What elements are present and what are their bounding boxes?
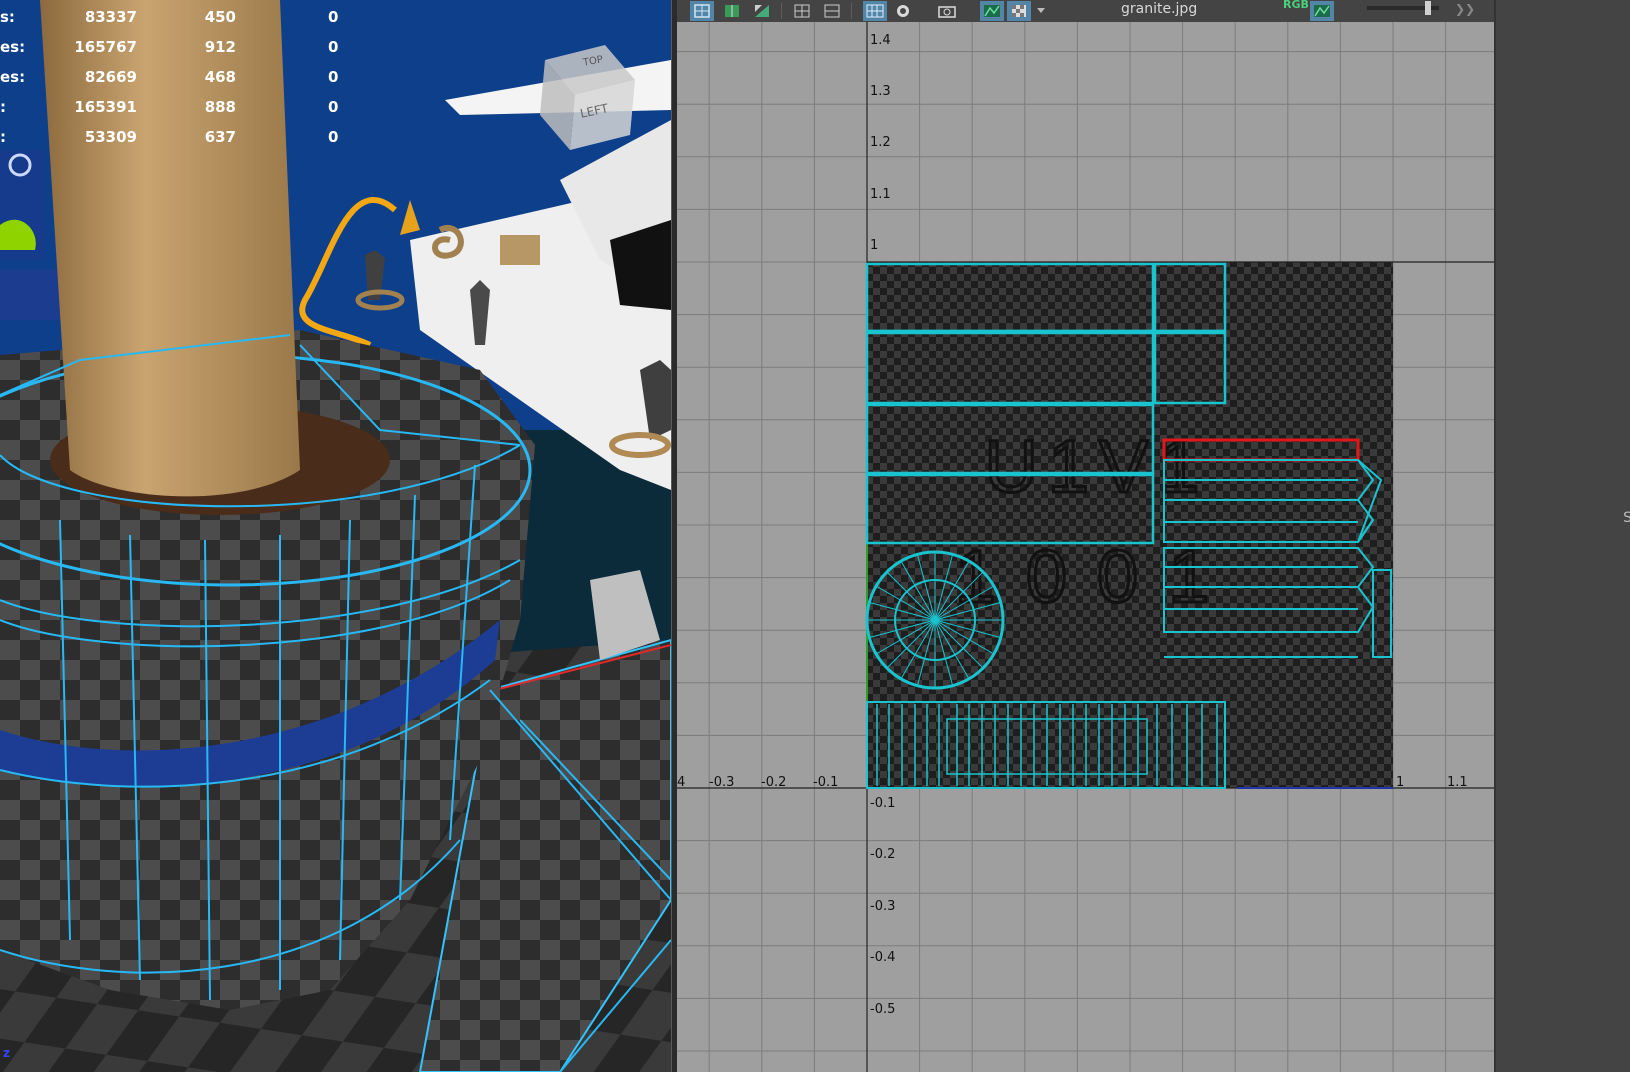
image-icon xyxy=(1314,5,1330,17)
hud-value: 0 xyxy=(328,68,339,86)
uv-y-tick: -0.1 xyxy=(870,796,895,811)
hud-value: 888 xyxy=(204,98,236,116)
checker-grid-button[interactable] xyxy=(863,1,887,21)
scene-render xyxy=(0,0,671,1072)
grid-toggle-button[interactable] xyxy=(790,1,814,21)
grid-icon xyxy=(794,4,810,18)
image-channel-button[interactable] xyxy=(1310,1,1334,21)
distortion-icon xyxy=(755,5,769,17)
side-panel-label: S xyxy=(1623,510,1630,526)
hud-row: es: 82669 468 0 xyxy=(0,68,671,90)
checker-display-button[interactable] xyxy=(1007,1,1031,21)
shaded-uv-button[interactable] xyxy=(720,1,744,21)
hud-value: 912 xyxy=(204,38,236,56)
image-display-button[interactable] xyxy=(980,1,1004,21)
texture-name-label[interactable]: granite.jpg xyxy=(1121,0,1197,20)
uv-y-tick: -0.2 xyxy=(870,847,895,862)
hud-value: 165767 xyxy=(74,38,137,56)
uv-grid-canvas[interactable]: U1V1 1001 1.4 1.3 1.2 1.1 1 -0.1 -0.2 -0… xyxy=(677,22,1494,1072)
hud-row: s: 83337 450 0 xyxy=(0,8,671,30)
rgb-label: RGB xyxy=(1283,0,1309,11)
uv-y-tick: 1.3 xyxy=(870,84,891,99)
hud-value: 637 xyxy=(204,128,236,146)
hud-label: es: xyxy=(0,68,26,86)
uv-editor-panel[interactable]: granite.jpg RGB ❯❯ U1V1 1001 1.4 1.3 1.2… xyxy=(677,0,1494,1072)
hud-label: : xyxy=(0,98,6,116)
texture-dropdown-button[interactable] xyxy=(1033,1,1049,21)
uv-y-tick: -0.5 xyxy=(870,1002,895,1017)
uv-edge-label: 4 xyxy=(677,775,685,790)
uv-x-tick: -0.3 xyxy=(709,775,734,790)
axis-indicator: z xyxy=(3,1046,10,1060)
hud-row: es: 165767 912 0 xyxy=(0,38,671,60)
side-panel: S xyxy=(1494,0,1630,1072)
uv-x-tick: -0.1 xyxy=(813,775,838,790)
slider-handle[interactable] xyxy=(1425,1,1431,15)
uv-tile-name: U1V1 xyxy=(984,425,1209,508)
shaded-icon xyxy=(725,5,739,17)
snap-grid-icon xyxy=(824,4,840,18)
uv-y-tick: 1.4 xyxy=(870,33,891,48)
checker-icon xyxy=(1012,5,1026,17)
hud-row: : 53309 637 0 xyxy=(0,128,671,150)
grid-icon xyxy=(866,4,884,18)
uv-x-tick: 1 xyxy=(1396,775,1404,790)
uv-x-tick: 1.1 xyxy=(1447,775,1468,790)
snapshot-button[interactable] xyxy=(935,1,959,21)
hud-value: 0 xyxy=(328,98,339,116)
hud-label: : xyxy=(0,128,6,146)
exposure-slider[interactable] xyxy=(1367,1,1439,15)
distortion-button[interactable] xyxy=(750,1,774,21)
toolbar-separator xyxy=(781,3,782,19)
hud-value: 82669 xyxy=(84,68,137,86)
dropdown-arrow-icon xyxy=(1037,8,1045,13)
uv-x-tick: -0.2 xyxy=(761,775,786,790)
3d-viewport[interactable]: s: 83337 450 0 es: 165767 912 0 es: 8266… xyxy=(0,0,671,1072)
hud-value: 450 xyxy=(204,8,236,26)
hud-value: 468 xyxy=(204,68,236,86)
hud-value: 83337 xyxy=(84,8,137,26)
circle-icon xyxy=(897,5,909,17)
rgb-channel-button[interactable]: RGB xyxy=(1283,0,1309,14)
uv-y-tick: 1 xyxy=(870,238,878,253)
uv-shell-view-button[interactable] xyxy=(690,1,714,21)
more-tools-icon[interactable]: ❯❯ xyxy=(1455,2,1475,16)
dim-image-button[interactable] xyxy=(891,1,915,21)
image-icon xyxy=(984,5,1000,17)
uv-y-tick: -0.3 xyxy=(870,899,895,914)
uv-tile-0-1 xyxy=(867,262,1393,788)
hud-value: 53309 xyxy=(84,128,137,146)
uv-y-tick: 1.1 xyxy=(870,187,891,202)
hud-value: 0 xyxy=(328,8,339,26)
hud-label: es: xyxy=(0,38,26,56)
hud-value: 0 xyxy=(328,38,339,56)
hud-row: : 165391 888 0 xyxy=(0,98,671,120)
uv-y-tick: 1.2 xyxy=(870,135,891,150)
camera-icon xyxy=(938,6,956,18)
uv-shell-circle[interactable] xyxy=(865,550,1005,690)
uv-y-tick: -0.4 xyxy=(870,950,895,965)
heads-up-display: s: 83337 450 0 es: 165767 912 0 es: 8266… xyxy=(0,0,671,160)
grid-icon xyxy=(694,4,710,18)
uv-toolbar: granite.jpg RGB ❯❯ xyxy=(677,0,1494,23)
toolbar-separator xyxy=(851,3,852,19)
hud-label: s: xyxy=(0,8,15,26)
hud-value: 165391 xyxy=(74,98,137,116)
hud-value: 0 xyxy=(328,128,339,146)
snap-grid-button[interactable] xyxy=(820,1,844,21)
